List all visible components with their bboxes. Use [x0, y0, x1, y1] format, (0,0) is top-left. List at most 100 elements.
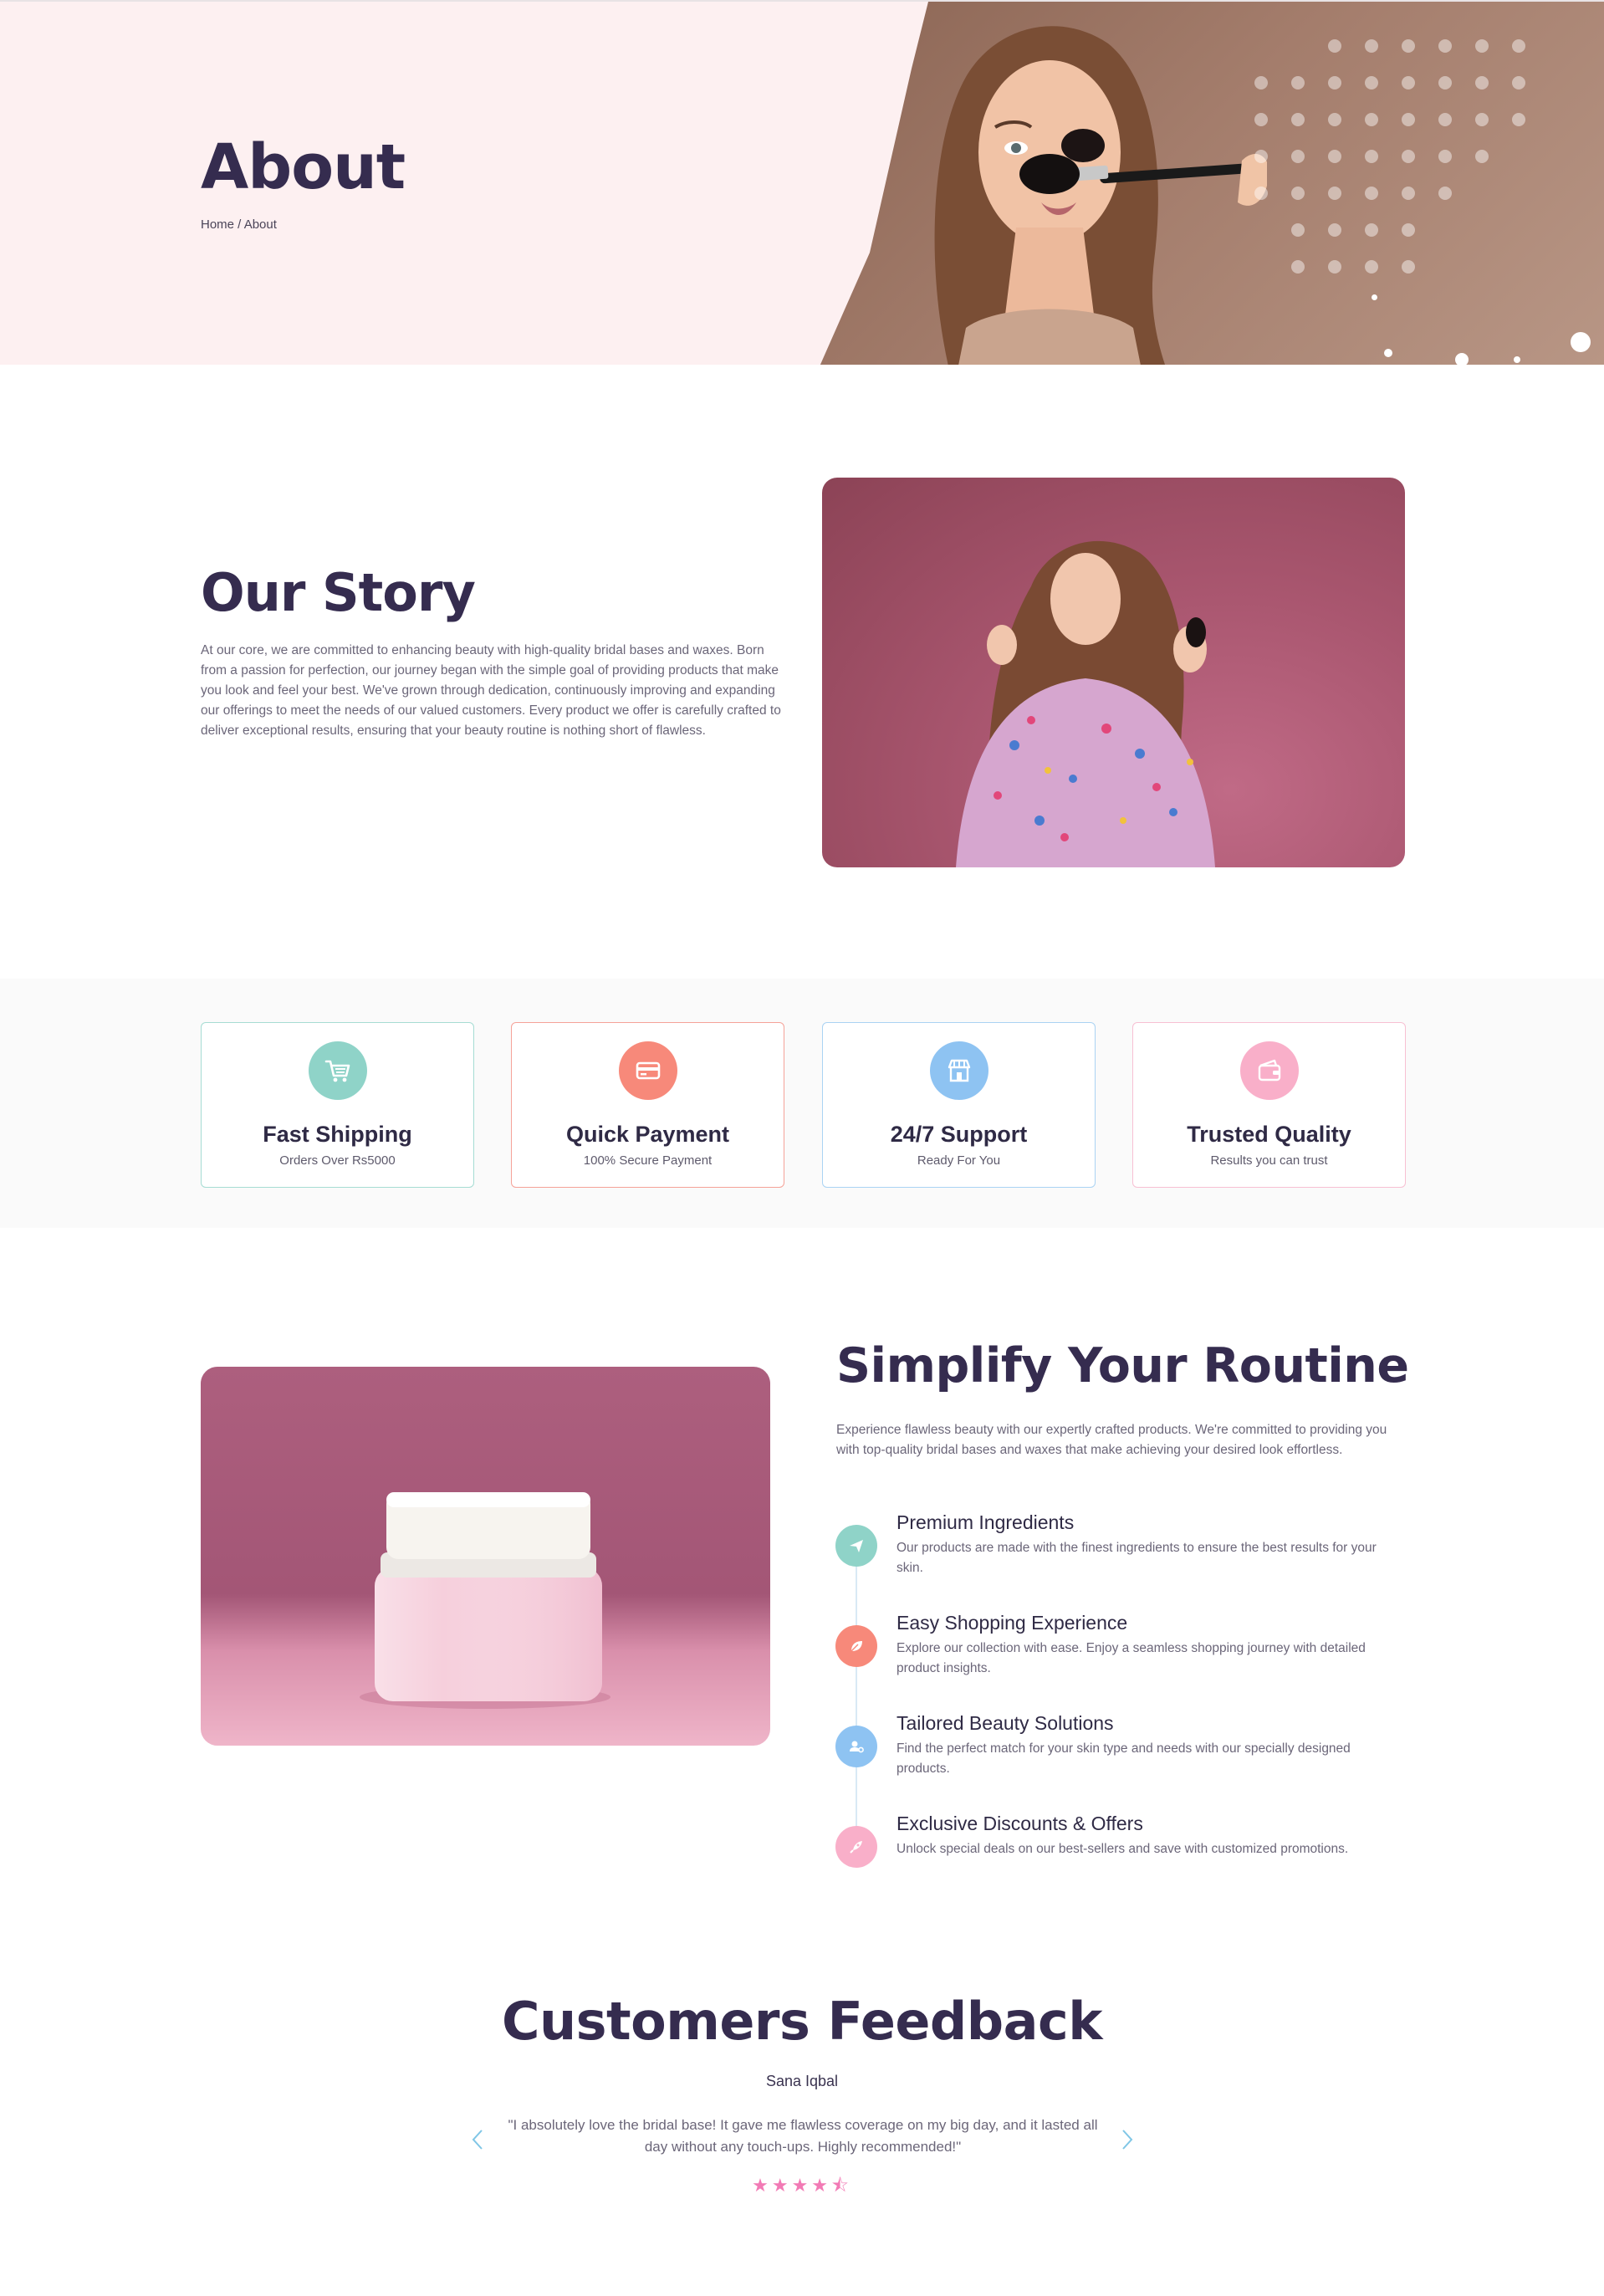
feature-title: Trusted Quality [1187, 1122, 1351, 1147]
features-strip: Fast Shipping Orders Over Rs5000 Quick P… [0, 979, 1604, 1228]
feature-card-trusted-quality[interactable]: Trusted Quality Results you can trust [1132, 1022, 1406, 1188]
simplify-routine-text: Experience flawless beauty with our expe… [836, 1423, 1387, 1457]
decorative-dot [1402, 260, 1415, 274]
decorative-dot [1475, 39, 1489, 53]
paint-splash [1571, 332, 1591, 352]
cream-jar-image [201, 1367, 770, 1746]
credit-card-icon [619, 1041, 677, 1100]
cart-icon [309, 1041, 367, 1100]
feature-subtitle: 100% Secure Payment [583, 1153, 713, 1168]
decorative-dot [1365, 76, 1378, 89]
decorative-dot [1438, 113, 1452, 126]
paint-splash [1384, 349, 1392, 357]
timeline-item-text: Explore our collection with ease. Enjoy … [897, 1641, 1366, 1675]
page-title: About [201, 131, 406, 203]
feature-subtitle: Results you can trust [1210, 1153, 1328, 1168]
customers-feedback-heading: Customers Feedback [501, 1991, 1103, 2052]
feature-title: Fast Shipping [263, 1122, 412, 1147]
decorative-dot [1291, 223, 1305, 237]
decorative-dot [1402, 150, 1415, 163]
decorative-dot [1254, 187, 1268, 200]
decorative-dot [1475, 76, 1489, 89]
decorative-dot [1365, 187, 1378, 200]
decorative-dot [1512, 76, 1525, 89]
timeline-item-text: Unlock special deals on our best-sellers… [897, 1842, 1349, 1856]
decorative-dot [1365, 39, 1378, 53]
timeline-line [856, 1546, 857, 1855]
feature-title: Quick Payment [565, 1122, 730, 1147]
reviewer-name: Sana Iqbal [765, 2073, 839, 2089]
decorative-dot-grid [1254, 39, 1589, 274]
decorative-dot [1365, 113, 1378, 126]
decorative-dot [1291, 113, 1305, 126]
decorative-dot [1328, 113, 1341, 126]
decorative-dot [1291, 260, 1305, 274]
decorative-dot [1328, 150, 1341, 163]
decorative-dot [1475, 113, 1489, 126]
decorative-dot [1254, 76, 1268, 89]
timeline-item-title: Tailored Beauty Solutions [897, 1712, 1114, 1734]
decorative-dot [1438, 76, 1452, 89]
decorative-dot [1365, 260, 1378, 274]
decorative-dot [1512, 113, 1525, 126]
leaf-icon [835, 1625, 877, 1667]
paint-splash [1514, 356, 1520, 363]
feature-card-fast-shipping[interactable]: Fast Shipping Orders Over Rs5000 [201, 1022, 474, 1188]
decorative-dot [1402, 187, 1415, 200]
prev-review-button[interactable] [465, 2125, 490, 2155]
decorative-dot [1475, 150, 1489, 163]
decorative-dot [1254, 150, 1268, 163]
our-story-heading: Our Story [201, 562, 476, 623]
decorative-dot [1291, 76, 1305, 89]
decorative-dot [1365, 150, 1378, 163]
decorative-dot [1438, 150, 1452, 163]
chevron-left-icon [472, 2130, 483, 2150]
store-icon [930, 1041, 988, 1100]
decorative-dot [1402, 223, 1415, 237]
decorative-dot [1328, 187, 1341, 200]
decorative-dot [1328, 76, 1341, 89]
decorative-dot [1291, 150, 1305, 163]
breadcrumb-current: About [243, 217, 277, 232]
feature-card-quick-payment[interactable]: Quick Payment 100% Secure Payment [511, 1022, 784, 1188]
about-page: About Home / About Our Story At our core… [0, 0, 1604, 2296]
timeline-item-text: Find the perfect match for your skin typ… [897, 1741, 1351, 1776]
decorative-dot [1328, 223, 1341, 237]
decorative-dot [1402, 113, 1415, 126]
breadcrumb: Home / About [201, 217, 277, 232]
chevron-right-icon [1122, 2130, 1133, 2150]
feature-title: 24/7 Support [890, 1122, 1028, 1147]
breadcrumb-separator: / [234, 217, 244, 232]
timeline-item-title: Exclusive Discounts & Offers [897, 1813, 1143, 1834]
decorative-dot [1328, 39, 1341, 53]
wallet-icon [1240, 1041, 1299, 1100]
breadcrumb-home-link[interactable]: Home [201, 217, 234, 232]
paint-splash [1372, 294, 1377, 300]
feature-subtitle: Orders Over Rs5000 [279, 1153, 396, 1168]
timeline-item-text: Our products are made with the finest in… [897, 1541, 1377, 1575]
next-review-button[interactable] [1115, 2125, 1140, 2155]
feature-subtitle: Ready For You [917, 1153, 1001, 1168]
our-story-image [822, 478, 1405, 867]
decorative-dot [1402, 76, 1415, 89]
decorative-dot [1254, 113, 1268, 126]
decorative-dot [1291, 187, 1305, 200]
decorative-dot [1438, 187, 1452, 200]
decorative-dot [1365, 223, 1378, 237]
user-gear-icon [835, 1726, 877, 1767]
decorative-dot [1402, 39, 1415, 53]
timeline-item-title: Easy Shopping Experience [897, 1612, 1128, 1634]
decorative-dot [1512, 39, 1525, 53]
feature-card-support[interactable]: 24/7 Support Ready For You [822, 1022, 1096, 1188]
decorative-dot [1328, 260, 1341, 274]
paper-plane-icon [835, 1525, 877, 1567]
hero-banner: About Home / About [0, 0, 1604, 365]
rocket-icon [835, 1826, 877, 1868]
our-story-text: At our core, we are committed to enhanci… [201, 643, 781, 738]
review-quote: "I absolutely love the bridal base! It g… [508, 2117, 1098, 2155]
paint-splash [1455, 353, 1469, 365]
decorative-dot [1438, 39, 1452, 53]
simplify-routine-heading: Simplify Your Routine [836, 1338, 1409, 1393]
makeup-brush-image [1019, 153, 1267, 206]
timeline-item-title: Premium Ingredients [897, 1511, 1075, 1533]
